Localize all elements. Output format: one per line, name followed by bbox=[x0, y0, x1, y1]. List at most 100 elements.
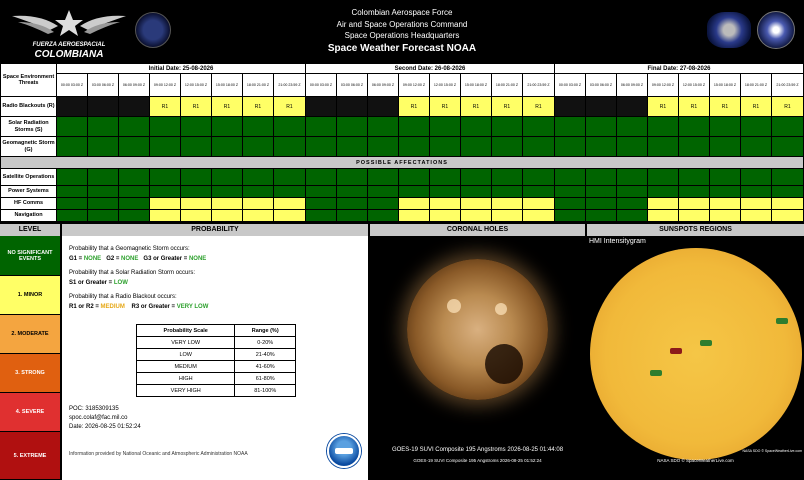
forecast-cell bbox=[522, 136, 555, 157]
forecast-cell bbox=[554, 197, 586, 210]
forecast-cell bbox=[554, 168, 586, 186]
geo-intro: Probability that a Geomagnetic Storm occ… bbox=[69, 246, 190, 252]
time-slot: 03:00 06:00 Z bbox=[87, 73, 119, 97]
forecast-cell bbox=[367, 136, 399, 157]
threat-label: Satellite Operations bbox=[0, 168, 57, 186]
space-headquarters-emblem bbox=[757, 11, 795, 49]
forecast-cell bbox=[367, 168, 399, 186]
time-slot: 15:00 18:00 Z bbox=[709, 73, 741, 97]
forecast-cell bbox=[678, 168, 710, 186]
time-slot: 06:00 09:00 Z bbox=[616, 73, 648, 97]
coronal-title: CORONAL HOLES bbox=[370, 224, 585, 236]
forecast-cell bbox=[118, 197, 150, 210]
forecast-cell bbox=[491, 209, 523, 222]
forecast-cell bbox=[180, 136, 212, 157]
forecast-cell bbox=[429, 209, 461, 222]
poc-email[interactable]: spoc.colaf@fac.mil.co bbox=[69, 414, 141, 423]
forecast-cell bbox=[647, 116, 679, 137]
scale-label: VERY HIGH bbox=[135, 384, 236, 397]
corner-label: Space Environment Threats bbox=[0, 63, 57, 97]
forecast-cell: R1 bbox=[460, 96, 492, 117]
level-legend: LEVEL NO SIGNIFICANT EVENTS 1. MINOR 2. MO… bbox=[0, 224, 60, 480]
forecast-cell: R1 bbox=[647, 96, 679, 117]
forecast-cell bbox=[709, 168, 741, 186]
time-slot: 12:00 15:00 Z bbox=[429, 73, 461, 97]
possible-affectations-bar: POSSIBLE AFFECTATIONS bbox=[0, 156, 804, 169]
time-slot: 09:00 12:00 Z bbox=[149, 73, 181, 97]
time-slot: 18:00 21:00 Z bbox=[242, 73, 274, 97]
forecast-cell: R1 bbox=[522, 96, 555, 117]
rad-values: R1 or R2 = MEDIUM R3 or Greater = VERY L… bbox=[69, 303, 364, 311]
scale-row: LOW 21-40% bbox=[135, 348, 296, 361]
forecast-cell bbox=[118, 136, 150, 157]
forecast-cell bbox=[585, 197, 617, 210]
title-main: Space Weather Forecast NOAA bbox=[327, 42, 477, 54]
forecast-cell bbox=[56, 197, 88, 210]
forecast-cell bbox=[367, 197, 399, 210]
forecast-cell bbox=[522, 116, 555, 137]
forecast-cell bbox=[87, 116, 119, 137]
forecast-cell bbox=[211, 185, 243, 198]
forecast-cell bbox=[709, 116, 741, 137]
forecast-cell bbox=[149, 197, 181, 210]
forecast-cell bbox=[211, 197, 243, 210]
forecast-cell bbox=[118, 116, 150, 137]
forecast-cell bbox=[273, 185, 306, 198]
geo-g3-value: NONE bbox=[188, 256, 207, 262]
forecast-cell bbox=[211, 209, 243, 222]
scale-label: LOW bbox=[135, 348, 236, 361]
forecast-cell bbox=[678, 197, 710, 210]
threat-label: HF Comms bbox=[0, 197, 57, 210]
forecast-cell bbox=[616, 185, 648, 198]
threat-label: Geomagnetic Storm (G) bbox=[0, 136, 57, 157]
forecast-cell bbox=[367, 96, 399, 117]
forecast-cell bbox=[87, 209, 119, 222]
day-header-3: Final Date: 27-08-2026 bbox=[554, 63, 804, 74]
forecast-cell bbox=[740, 209, 772, 222]
forecast-cell bbox=[678, 136, 710, 157]
forecast-cell bbox=[273, 168, 306, 186]
forecast-cell bbox=[273, 136, 306, 157]
forecast-cell bbox=[429, 116, 461, 137]
forecast-cell bbox=[585, 168, 617, 186]
forecast-cell bbox=[740, 185, 772, 198]
forecast-cell bbox=[522, 168, 555, 186]
level-item-6: 5. EXTREME bbox=[0, 432, 60, 480]
forecast-cell: R1 bbox=[242, 96, 274, 117]
forecast-cell bbox=[460, 116, 492, 137]
threat-label: Solar Radiation Storms (S) bbox=[0, 116, 57, 137]
forecast-cell bbox=[678, 209, 710, 222]
forecast-cell bbox=[616, 197, 648, 210]
forecast-cell bbox=[149, 209, 181, 222]
scale-head-probability: Probability Scale bbox=[135, 324, 236, 337]
forecast-cell bbox=[211, 116, 243, 137]
level-item-5: 4. SEVERE bbox=[0, 393, 60, 432]
forecast-cell bbox=[429, 185, 461, 198]
forecast-cell bbox=[585, 136, 617, 157]
forecast-cell bbox=[771, 209, 804, 222]
forecast-cell bbox=[771, 168, 804, 186]
forecast-cell: R1 bbox=[491, 96, 523, 117]
time-slot: 06:00 09:00 Z bbox=[118, 73, 150, 97]
probability-panel: PROBABILITY Probability that a Geomagnet… bbox=[62, 224, 368, 480]
sunspot-region-2 bbox=[670, 348, 682, 354]
day-header-2: Second Date: 26-08-2026 bbox=[305, 63, 555, 74]
forecast-cell bbox=[367, 116, 399, 137]
probability-title: PROBABILITY bbox=[62, 224, 368, 236]
coronal-holes-panel: CORONAL HOLES GOES-19 SUVI Composite 195… bbox=[370, 224, 585, 480]
sunspot-region-3 bbox=[700, 340, 712, 346]
level-item-2: 1. MINOR bbox=[0, 276, 60, 315]
forecast-cell: R1 bbox=[709, 96, 741, 117]
forecast-cell bbox=[305, 168, 337, 186]
forecast-cell bbox=[336, 168, 368, 186]
threat-label: Radio Blackouts (R) bbox=[0, 96, 57, 117]
hmi-title: HMI Intensitygram bbox=[589, 238, 646, 245]
hmi-credit: NASA SDO © SpaceWeatherLive.com bbox=[742, 449, 802, 453]
scale-range: 21-40% bbox=[234, 348, 296, 361]
forecast-cell: R1 bbox=[771, 96, 804, 117]
forecast-cell bbox=[585, 116, 617, 137]
forecast-cell bbox=[336, 116, 368, 137]
forecast-cell bbox=[56, 168, 88, 186]
level-item-3: 2. MODERATE bbox=[0, 315, 60, 354]
forecast-cell bbox=[554, 185, 586, 198]
